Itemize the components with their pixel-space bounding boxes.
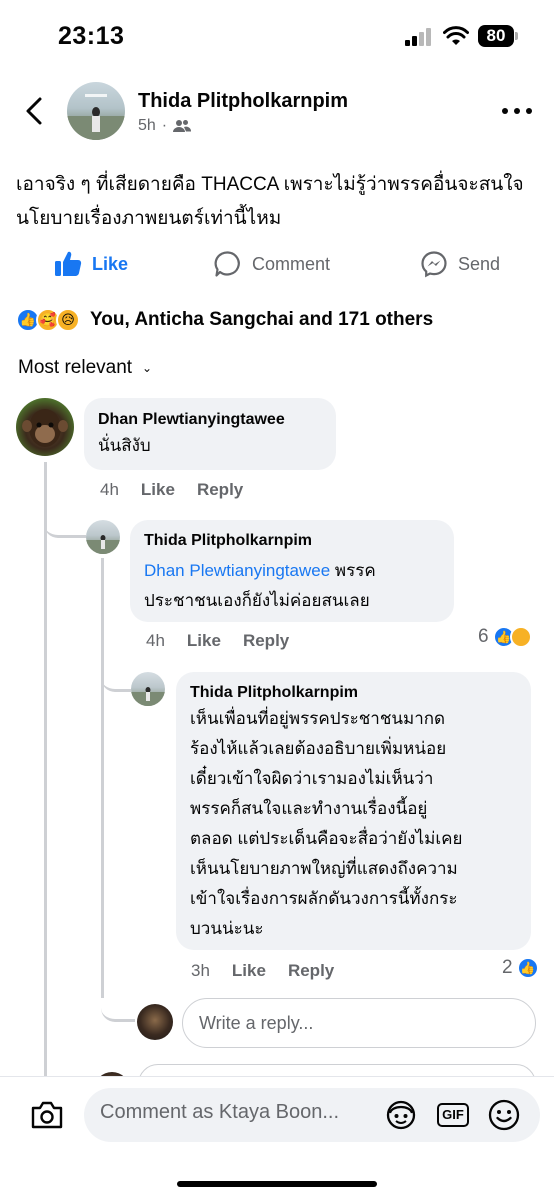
- thread-connector: [44, 490, 86, 538]
- comment-text-line: เข้าใจเรื่องการผลักดันวงการนี้ทั้งกระ: [190, 889, 458, 908]
- comment-author[interactable]: Thida Plitpholkarnpim: [190, 682, 517, 704]
- send-button[interactable]: Send: [420, 246, 500, 282]
- comment-meta: 4h Like Reply: [146, 631, 311, 651]
- post-author-name[interactable]: Thida Plitpholkarnpim: [138, 90, 348, 113]
- thread-line: [101, 558, 104, 998]
- reactions-text: You, Anticha Sangchai and 171 others: [90, 309, 434, 330]
- camera-icon[interactable]: [30, 1100, 64, 1130]
- gif-label: GIF: [437, 1103, 469, 1127]
- author-avatar[interactable]: [67, 82, 125, 140]
- comment-reply-button[interactable]: Reply: [197, 480, 243, 500]
- commenter-avatar[interactable]: [131, 672, 165, 706]
- avatar-sticker-icon[interactable]: [384, 1098, 418, 1132]
- comment-meta: 3h Like Reply: [191, 961, 356, 981]
- thread-connector: [101, 978, 135, 1022]
- more-options-icon[interactable]: [502, 108, 534, 116]
- post-time: 5h: [138, 117, 156, 134]
- cellular-signal-icon: [405, 28, 435, 46]
- comment-text: นั่นสิงับ: [98, 436, 151, 455]
- battery-nub: [515, 32, 518, 40]
- gif-button[interactable]: GIF: [436, 1098, 470, 1132]
- comment-text-line: พรรคก็สนใจและทำงานเรื่องนี้อยู่: [190, 799, 428, 818]
- comment-button[interactable]: Comment: [214, 246, 330, 282]
- status-time: 23:13: [58, 22, 125, 50]
- thread-connector: [101, 640, 131, 692]
- comment-like-button[interactable]: Like: [141, 480, 175, 500]
- sad-reaction-icon: [509, 626, 532, 648]
- like-button[interactable]: Like: [54, 246, 128, 282]
- like-label: Like: [92, 253, 129, 274]
- comment-time: 4h: [146, 631, 165, 650]
- comment-bubble[interactable]: Dhan Plewtianyingtawee นั่นสิงับ: [84, 398, 336, 470]
- sort-label: Most relevant: [18, 357, 133, 378]
- current-user-avatar: [137, 1004, 173, 1040]
- reactions-summary[interactable]: 👍 🥰 😥 You, Anticha Sangchai and 171 othe…: [16, 305, 433, 335]
- comment-text-line: เห็นเพื่อนที่อยู่พรรคประชาชนมากด: [190, 709, 446, 728]
- reply-input[interactable]: Write a reply...: [182, 998, 536, 1048]
- like-reaction-icon: 👍: [516, 957, 539, 979]
- thumbs-up-icon: [55, 251, 82, 276]
- comment-label: Comment: [252, 253, 331, 274]
- comment-author[interactable]: Dhan Plewtianyingtawee: [98, 409, 322, 431]
- emoji-icon[interactable]: [487, 1098, 521, 1132]
- comment-author[interactable]: Thida Plitpholkarnpim: [144, 530, 440, 552]
- comment-bubble-icon: [214, 251, 240, 277]
- comment-time: 4h: [100, 480, 119, 499]
- friends-icon: [173, 120, 192, 132]
- comment-bubble[interactable]: Thida Plitpholkarnpim เห็นเพื่อนที่อยู่พ…: [176, 672, 531, 950]
- reaction-count: 6: [478, 626, 489, 647]
- thread-line: [44, 462, 47, 1082]
- back-arrow-icon[interactable]: [22, 96, 46, 126]
- comment-like-button[interactable]: Like: [187, 631, 221, 651]
- chevron-down-icon: ⌄: [142, 361, 153, 375]
- post-meta: 5h ·: [138, 117, 192, 135]
- comment-time: 3h: [191, 961, 210, 980]
- comment-meta: 4h Like Reply: [100, 480, 265, 500]
- home-indicator: [177, 1181, 377, 1187]
- comment-bubble[interactable]: Thida Plitpholkarnpim Dhan Plewtianyingt…: [130, 520, 454, 622]
- comment-text: ประชาชนเองก็ยังไม่ค่อยสนเลย: [144, 591, 370, 610]
- reply-placeholder: Write a reply...: [199, 1012, 314, 1033]
- comment-reply-button[interactable]: Reply: [288, 961, 334, 981]
- wifi-icon: [443, 26, 469, 45]
- battery-icon: 80: [478, 25, 514, 47]
- comment-sort-dropdown[interactable]: Most relevant ⌄: [18, 357, 152, 379]
- sad-reaction-icon: 😥: [56, 308, 80, 332]
- messenger-icon: [421, 251, 447, 278]
- post-text: เอาจริง ๆ ที่เสียดายคือ THACCA เพราะไม่ร…: [16, 174, 524, 229]
- reaction-count: 2: [502, 957, 513, 978]
- comment-reactions[interactable]: 6 👍: [478, 626, 532, 648]
- comment-text-line: ตลอด แต่ประเด็นคือจะสื่อว่ายังไม่เคย: [190, 829, 463, 848]
- comment-text: พรรค: [330, 561, 376, 580]
- commenter-avatar[interactable]: [16, 398, 74, 456]
- send-label: Send: [458, 253, 501, 274]
- comment-like-button[interactable]: Like: [232, 961, 266, 981]
- comment-reply-button[interactable]: Reply: [243, 631, 289, 651]
- comment-text-line: เห็นนโยบายภาพใหญ่ที่แสดงถึงความ: [190, 859, 458, 878]
- comment-text-line: เดี๋ยวเข้าใจผิดว่าเรามองไม่เห็นว่า: [190, 769, 434, 788]
- comment-text-line: บวนน่ะนะ: [190, 919, 264, 938]
- mention-link[interactable]: Dhan Plewtianyingtawee: [144, 561, 330, 580]
- comment-text-line: ร้องไห้แล้วเลยต้องอธิบายเพิ่มหน่อย: [190, 739, 447, 758]
- comment-reactions[interactable]: 2 👍: [502, 957, 539, 979]
- commenter-avatar[interactable]: [86, 520, 120, 554]
- comment-placeholder: Comment as Ktaya Boon...: [100, 1101, 340, 1123]
